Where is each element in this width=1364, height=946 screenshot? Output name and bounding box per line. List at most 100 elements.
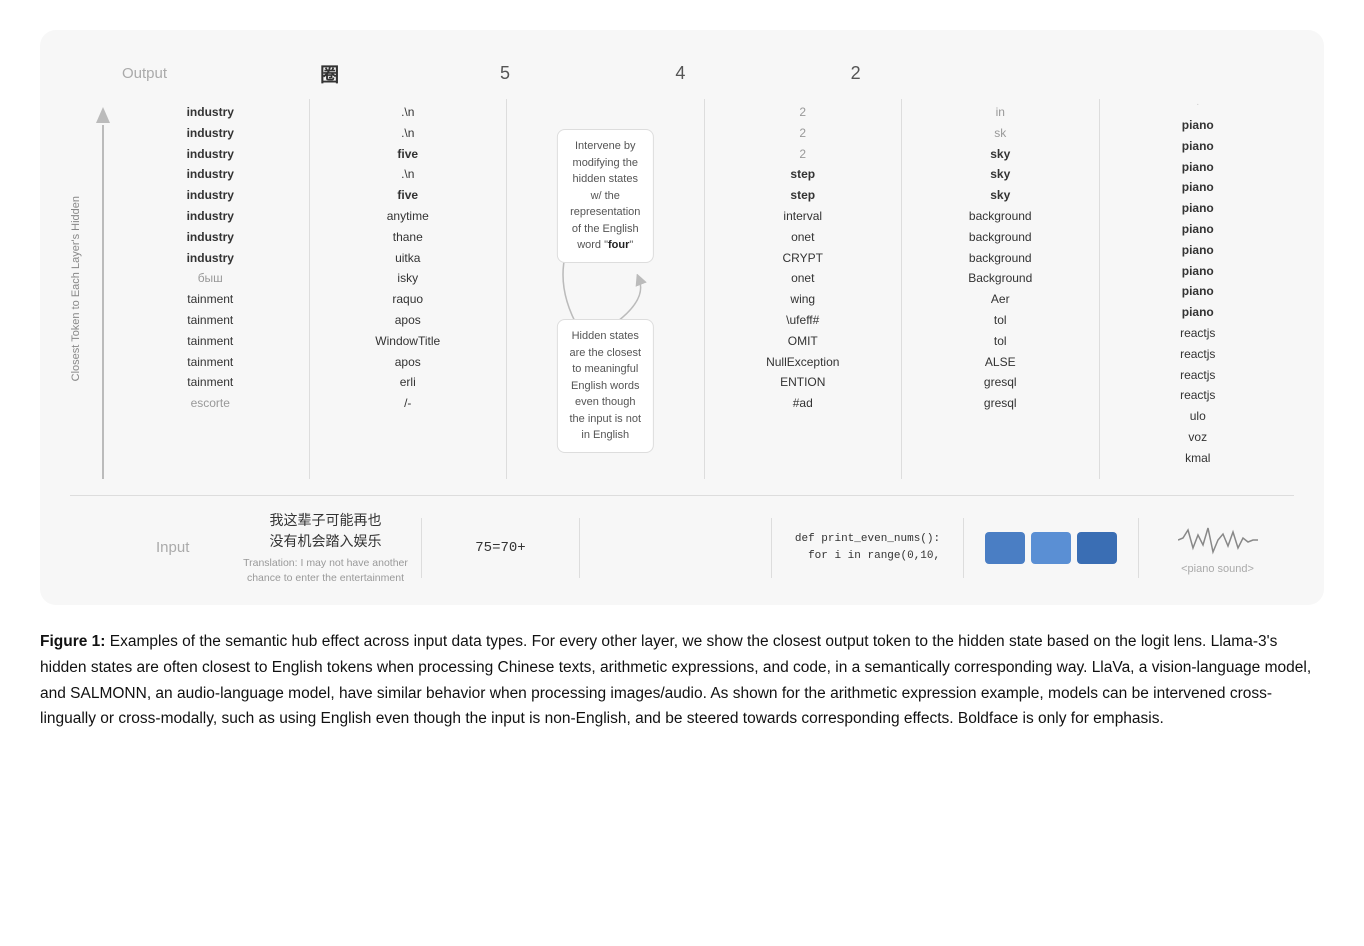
token: anytime — [385, 207, 431, 226]
table-body: Closest Token to Each Layer's Hidden ind… — [70, 99, 1294, 479]
token: Aer — [989, 290, 1012, 309]
col-3: Intervene by modifying the hidden states… — [509, 99, 702, 479]
token: piano — [1180, 241, 1216, 260]
token: NullException — [764, 353, 841, 372]
token: .\n — [399, 165, 416, 184]
token: isky — [395, 269, 420, 288]
input-cell-1: 我这辈子可能再也没有机会踏入娱乐 Translation: I may not … — [232, 510, 419, 585]
tooltip-hidden: Hidden states are the closest to meaning… — [557, 319, 653, 453]
token: piano — [1180, 282, 1216, 301]
token: ulo — [1188, 407, 1208, 426]
arrow-col — [92, 99, 114, 479]
token: \ufeff# — [784, 311, 821, 330]
token: five — [395, 145, 420, 164]
input-label-text: Input — [156, 539, 189, 556]
col-2: .\n .\n five .\n five anytime thane uitk… — [312, 99, 505, 479]
token: reactjs — [1178, 345, 1217, 364]
col-1: industry industry industry industry indu… — [114, 99, 307, 479]
token: background — [967, 228, 1034, 247]
chinese-text: 我这辈子可能再也没有机会踏入娱乐 — [270, 510, 382, 552]
token: sky — [988, 145, 1012, 164]
token: piano — [1180, 303, 1216, 322]
col6-tokens: piano piano piano piano piano piano pian… — [1102, 112, 1295, 468]
token: OMIT — [786, 332, 820, 351]
col-5: in sk sky sky sky background background … — [904, 99, 1097, 479]
figure-label: Figure 1: — [40, 633, 105, 650]
token: onet — [789, 228, 816, 247]
token: tainment — [185, 373, 235, 392]
token: tainment — [185, 311, 235, 330]
token: voz — [1186, 428, 1209, 447]
output-label: Output — [122, 65, 242, 82]
token: industry — [185, 249, 236, 268]
y-axis-label: Closest Token to Each Layer's Hidden — [70, 196, 88, 381]
token: industry — [185, 145, 236, 164]
token: tol — [992, 332, 1009, 351]
token: 2 — [797, 124, 808, 143]
token: быш — [196, 269, 225, 288]
input-label: Input — [112, 539, 232, 556]
token: tol — [992, 311, 1009, 330]
token: WindowTitle — [373, 332, 442, 351]
translation-text: Translation: I may not have anotherchanc… — [243, 556, 408, 585]
token: step — [788, 165, 817, 184]
col5-tokens: in sk sky sky sky background background … — [904, 99, 1097, 413]
table-header: Output 圈 5 4 2 — [70, 60, 1294, 87]
token: piano — [1180, 158, 1216, 177]
token: interval — [781, 207, 824, 226]
token: uitka — [393, 249, 422, 268]
token: ALSE — [983, 353, 1018, 372]
col2-tokens: .\n .\n five .\n five anytime thane uitk… — [312, 99, 505, 413]
token: tainment — [185, 353, 235, 372]
code-text: def print_even_nums(): for i in range(0,… — [795, 531, 940, 564]
token: raquo — [390, 290, 425, 309]
image-block-1 — [985, 532, 1025, 564]
token: step — [788, 186, 817, 205]
col-header-1: 圈 — [242, 60, 417, 87]
token: industry — [185, 165, 236, 184]
token: industry — [185, 228, 236, 247]
token: .\n — [399, 124, 416, 143]
col-header-3: 4 — [593, 63, 768, 84]
image-block-2 — [1031, 532, 1071, 564]
token: sky — [988, 165, 1012, 184]
figure-caption: Figure 1: Examples of the semantic hub e… — [40, 629, 1320, 731]
col-4: 2 2 2 step step interval onet CRYPT onet… — [707, 99, 900, 479]
tooltip-intervene: Intervene by modifying the hidden states… — [557, 129, 653, 263]
col-header-4: 2 — [768, 63, 943, 84]
token: gresql — [982, 394, 1019, 413]
columns-area: industry industry industry industry indu… — [114, 99, 1294, 479]
col4-tokens: 2 2 2 step step interval onet CRYPT onet… — [707, 99, 900, 413]
token: 2 — [797, 103, 808, 122]
piano-sound-label: <piano sound> — [1181, 563, 1254, 575]
arrow-up-icon — [96, 107, 110, 123]
token: five — [395, 186, 420, 205]
col-header-2: 5 — [417, 63, 592, 84]
token: /- — [402, 394, 413, 413]
image-blocks — [985, 532, 1117, 564]
input-cell-5 — [966, 532, 1136, 564]
col-6: · piano piano piano piano piano piano pi… — [1102, 99, 1295, 479]
token: piano — [1180, 137, 1216, 156]
token: reactjs — [1178, 366, 1217, 385]
token: background — [967, 249, 1034, 268]
caption-text: Examples of the semantic hub effect acro… — [40, 633, 1311, 727]
image-block-3 — [1077, 532, 1117, 564]
input-cell-6: <piano sound> — [1141, 520, 1294, 575]
token: Background — [966, 269, 1034, 288]
token: thane — [391, 228, 425, 247]
token: #ad — [791, 394, 815, 413]
token: in — [994, 103, 1007, 122]
token: 2 — [797, 145, 808, 164]
token: piano — [1180, 199, 1216, 218]
token: CRYPT — [781, 249, 825, 268]
token: piano — [1180, 116, 1216, 135]
arrow-line — [102, 125, 104, 479]
token: sk — [992, 124, 1008, 143]
token: ENTION — [778, 373, 827, 392]
input-row: Input 我这辈子可能再也没有机会踏入娱乐 Translation: I ma… — [70, 495, 1294, 585]
token: erli — [398, 373, 418, 392]
token: apos — [393, 311, 423, 330]
token: .\n — [399, 103, 416, 122]
token: kmal — [1183, 449, 1212, 468]
